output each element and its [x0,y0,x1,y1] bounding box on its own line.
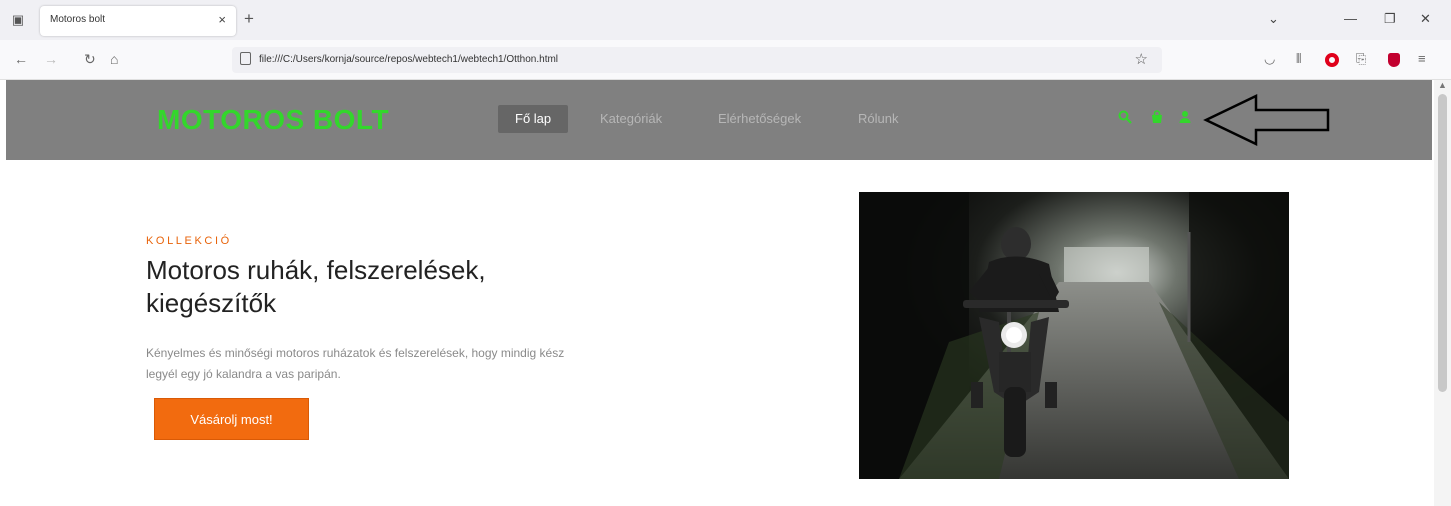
menu-icon[interactable]: ≡ [1418,51,1426,66]
bookmark-star-icon[interactable]: ☆ [1135,50,1148,68]
page-scrollbar[interactable]: ▲ [1434,80,1451,506]
browser-nav-bar: ← → ↻ ⌂ file:///C:/Users/kornja/source/r… [0,40,1451,80]
menu-item-elerhetosegek[interactable]: Elérhetőségek [718,105,801,133]
site-header: MOTOROS BOLT Fő lap Kategóriák Elérhetős… [6,80,1432,160]
scroll-up-icon[interactable]: ▲ [1438,80,1447,90]
forward-icon[interactable]: → [44,51,58,67]
scroll-thumb[interactable] [1438,94,1447,392]
home-icon[interactable]: ⌂ [110,51,118,67]
library-icon[interactable]: ⫴ [1296,51,1301,67]
opera-extension-icon[interactable] [1325,53,1339,67]
close-window-icon[interactable]: ✕ [1420,11,1431,27]
menu-item-fo-lap[interactable]: Fő lap [498,105,569,133]
page-icon [240,52,251,65]
pocket-icon[interactable]: ◡ [1264,51,1275,67]
url-text[interactable]: file:///C:/Users/kornja/source/repos/web… [259,54,558,65]
hero-image [859,192,1289,479]
browser-tab[interactable]: Motoros bolt × [40,6,236,36]
site-logo[interactable]: MOTOROS BOLT [157,104,389,136]
minimize-icon[interactable]: — [1344,11,1357,26]
shopping-bag-icon[interactable] [1150,110,1164,127]
list-all-tabs-icon[interactable]: ⌄ [1268,11,1279,27]
menu-item-kategoriak[interactable]: Kategóriák [600,105,662,133]
search-icon[interactable] [1118,110,1132,127]
menu-item-rolunk[interactable]: Rólunk [858,105,898,133]
shop-now-button[interactable]: Vásárolj most! [154,398,309,440]
hero-kicker: KOLLEKCIÓ [146,235,232,247]
hero-description: Kényelmes és minőségi motoros ruházatok … [146,346,565,381]
extensions-puzzle-icon[interactable]: ⎘ [1356,51,1366,67]
back-icon[interactable]: ← [14,51,28,67]
reload-icon[interactable]: ↻ [84,51,96,68]
new-tab-icon[interactable]: + [244,9,254,29]
shield-extension-icon[interactable] [1388,53,1400,67]
restore-icon[interactable]: ❐ [1384,11,1396,27]
user-icon[interactable] [1178,110,1192,127]
address-bar[interactable]: file:///C:/Users/kornja/source/repos/web… [232,47,1162,73]
browser-tab-bar: ▣ Motoros bolt × + ⌄ — ❐ ✕ [0,0,1451,40]
hero-title: Motoros ruhák, felszerelések, kiegészítő… [146,255,486,318]
tab-list-icon[interactable]: ▣ [8,10,28,30]
tab-title: Motoros bolt [50,14,106,25]
tab-close-icon[interactable]: × [218,12,226,27]
annotation-arrow [1203,94,1330,146]
